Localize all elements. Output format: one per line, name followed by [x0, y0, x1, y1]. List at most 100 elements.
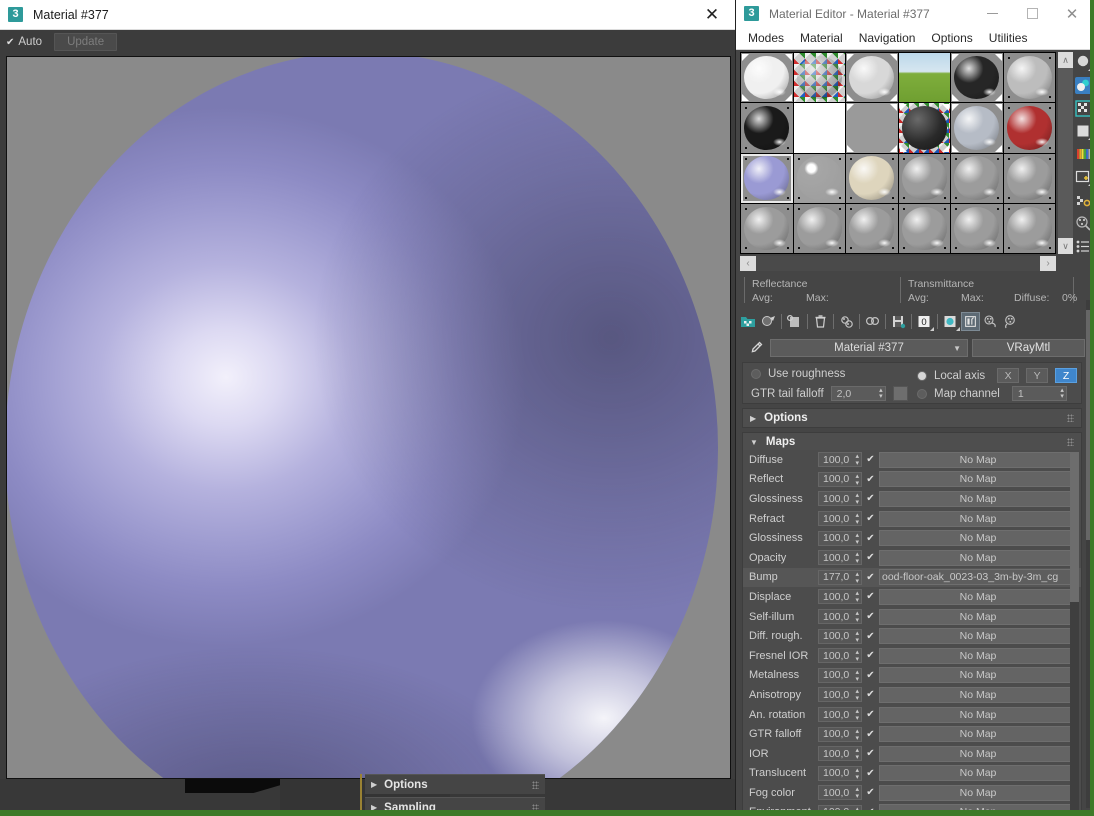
spinner-icon[interactable]: ▴▾ [1060, 387, 1064, 400]
spinner-icon[interactable]: ▴▾ [855, 708, 859, 722]
map-enabled-checkbox[interactable]: ✔ [865, 493, 876, 504]
auto-update-checkbox[interactable]: ✔ Auto [6, 36, 42, 48]
map-row[interactable]: Glossiness 100,0 ▴ ▾ ✔ No Map [743, 489, 1081, 509]
spinner-icon[interactable]: ▴▾ [855, 688, 859, 702]
get-material-icon[interactable] [739, 312, 758, 331]
map-enabled-checkbox[interactable]: ✔ [865, 552, 876, 563]
map-enabled-checkbox[interactable]: ✔ [865, 670, 876, 681]
scroll-down-icon[interactable]: ∨ [1058, 238, 1073, 254]
maximize-icon[interactable] [1012, 0, 1052, 27]
sample-slots-grid[interactable] [740, 52, 1056, 254]
spinner-icon[interactable]: ▴▾ [855, 728, 859, 742]
maps-scrollbar[interactable] [1070, 452, 1079, 810]
scroll-up-icon[interactable]: ∧ [1058, 52, 1073, 68]
sample-slot[interactable] [793, 53, 845, 103]
map-row[interactable]: GTR falloff 100,0 ▴ ▾ ✔ No Map [743, 724, 1081, 744]
sample-slots-scrollbar[interactable]: ∧ ∨ [1058, 52, 1073, 254]
map-row[interactable]: Anisotropy 100,0 ▴ ▾ ✔ No Map [743, 685, 1081, 705]
map-enabled-checkbox[interactable]: ✔ [865, 474, 876, 485]
spinner-icon[interactable]: ▴▾ [855, 610, 859, 624]
map-row[interactable]: Translucent 100,0 ▴ ▾ ✔ No Map [743, 764, 1081, 784]
rollout-maps-header[interactable]: ▼ Maps [742, 432, 1082, 452]
gtr-color-swatch[interactable] [892, 386, 908, 401]
map-row[interactable]: Metalness 100,0 ▴ ▾ ✔ No Map [743, 666, 1081, 686]
make-material-copy-icon[interactable] [837, 312, 856, 331]
spinner-icon[interactable]: ▴▾ [855, 747, 859, 761]
map-amount-input[interactable]: 100,0▴▾ [818, 785, 862, 801]
axis-y-button[interactable]: Y [1026, 368, 1049, 383]
map-enabled-checkbox[interactable]: ✔ [865, 787, 876, 798]
map-slot-button[interactable]: No Map [879, 628, 1077, 645]
spinner-icon[interactable]: ▴▾ [855, 551, 859, 565]
map-amount-input[interactable]: 100,0▴▾ [818, 452, 862, 468]
spinner-icon[interactable]: ▴▾ [855, 571, 859, 585]
menu-modes[interactable]: Modes [740, 29, 792, 47]
delete-icon[interactable] [811, 312, 830, 331]
map-row[interactable]: Diff. rough. 100,0 ▴ ▾ ✔ No Map [743, 626, 1081, 646]
show-shaded-material-in-viewport-icon[interactable] [941, 312, 960, 331]
map-slot-button[interactable]: No Map [879, 784, 1077, 801]
close-icon[interactable]: ✕ [697, 1, 727, 29]
map-enabled-checkbox[interactable]: ✔ [865, 650, 876, 661]
map-slot-button[interactable]: No Map [879, 706, 1077, 723]
map-row[interactable]: Opacity 100,0 ▴ ▾ ✔ No Map [743, 548, 1081, 568]
map-slot-button[interactable]: No Map [879, 588, 1077, 605]
spinner-icon[interactable]: ▴▾ [855, 767, 859, 781]
map-row[interactable]: Self-illum 100,0 ▴ ▾ ✔ No Map [743, 607, 1081, 627]
sample-slot[interactable] [898, 153, 950, 203]
map-slot-button[interactable]: No Map [879, 667, 1077, 684]
pick-material-from-object-icon[interactable] [744, 339, 766, 357]
sample-slot[interactable] [898, 53, 950, 103]
gtr-tail-falloff-input[interactable]: 2,0 ▴ ▾ [830, 386, 886, 401]
maps-scroll-thumb[interactable] [1070, 452, 1079, 602]
map-enabled-checkbox[interactable]: ✔ [865, 513, 876, 524]
map-amount-input[interactable]: 100,0▴▾ [818, 491, 862, 507]
reset-map-mtl-to-default-icon[interactable] [785, 312, 804, 331]
spinner-icon[interactable]: ▴▾ [855, 453, 859, 467]
minimize-icon[interactable] [972, 0, 1012, 27]
sample-slot[interactable] [793, 203, 845, 253]
map-slot-button[interactable]: No Map [879, 490, 1077, 507]
map-row[interactable]: Reflect 100,0 ▴ ▾ ✔ No Map [743, 470, 1081, 490]
map-amount-input[interactable]: 100,0▴▾ [818, 511, 862, 527]
map-enabled-checkbox[interactable]: ✔ [865, 631, 876, 642]
map-enabled-checkbox[interactable]: ✔ [865, 611, 876, 622]
sample-slot[interactable] [951, 103, 1003, 153]
map-row[interactable]: Displace 100,0 ▴ ▾ ✔ No Map [743, 587, 1081, 607]
map-slot-button[interactable]: No Map [879, 549, 1077, 566]
map-slot-button[interactable]: No Map [879, 510, 1077, 527]
menu-navigation[interactable]: Navigation [851, 29, 924, 47]
map-slot-button[interactable]: No Map [879, 608, 1077, 625]
spinner-icon[interactable]: ▴▾ [855, 669, 859, 683]
map-enabled-checkbox[interactable]: ✔ [865, 768, 876, 779]
assign-material-to-selection-icon[interactable] [759, 312, 778, 331]
show-end-result-icon[interactable] [961, 311, 980, 331]
sample-slot[interactable] [793, 153, 845, 203]
chevron-down-icon[interactable]: ▼ [953, 344, 961, 353]
rollout-options[interactable]: ▶ Options [365, 774, 545, 794]
sample-slot[interactable] [846, 103, 898, 153]
sample-slot[interactable] [1003, 153, 1055, 203]
map-amount-input[interactable]: 100,0▴▾ [818, 765, 862, 781]
spinner-icon[interactable]: ▴▾ [855, 473, 859, 487]
spinner-icon[interactable]: ▴▾ [855, 492, 859, 506]
sample-slot[interactable] [1003, 203, 1055, 253]
sample-slot[interactable] [951, 203, 1003, 253]
map-amount-input[interactable]: 100,0▴▾ [818, 589, 862, 605]
map-row[interactable]: Diffuse 100,0 ▴ ▾ ✔ No Map [743, 450, 1081, 470]
slots-prev-button[interactable]: ‹ [740, 256, 756, 271]
render-viewport[interactable] [6, 56, 731, 779]
go-forward-to-sibling-icon[interactable] [1001, 312, 1020, 331]
sample-slot[interactable] [741, 53, 793, 103]
map-amount-input[interactable]: 100,0▴▾ [818, 707, 862, 723]
spinner-icon[interactable]: ▴▾ [855, 786, 859, 800]
sample-slot[interactable] [793, 103, 845, 153]
sample-slot[interactable] [741, 153, 793, 203]
axis-x-button[interactable]: X [997, 368, 1020, 383]
map-slot-button[interactable]: No Map [879, 765, 1077, 782]
map-slot-button[interactable]: No Map [879, 745, 1077, 762]
local-axis-radio[interactable] [917, 370, 927, 381]
update-button[interactable]: Update [54, 33, 118, 51]
menu-options[interactable]: Options [923, 29, 980, 47]
spinner-icon[interactable]: ▴▾ [855, 532, 859, 546]
